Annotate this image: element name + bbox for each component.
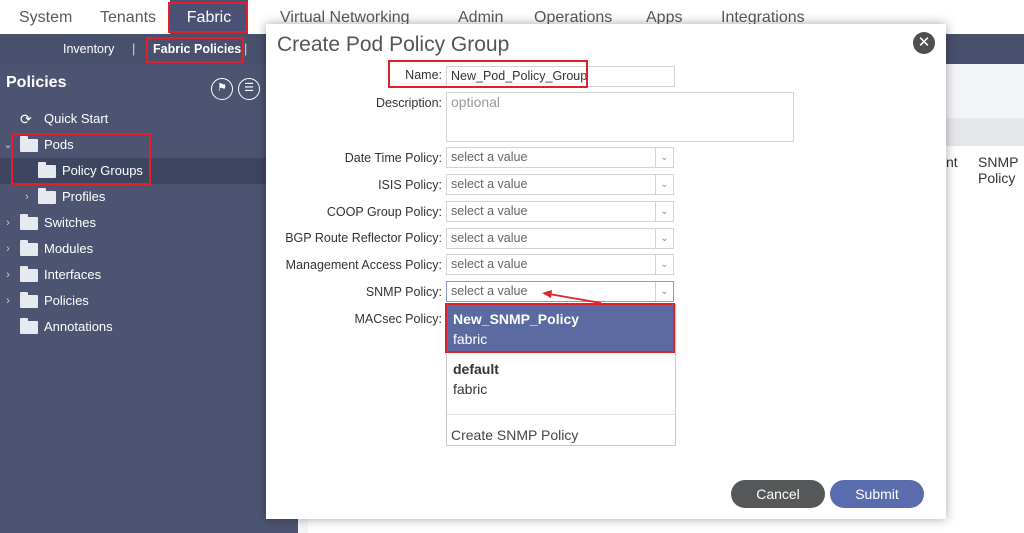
- subnav-separator: |: [244, 41, 248, 56]
- sidebar-item-interfaces[interactable]: › Interfaces: [0, 262, 268, 288]
- fabric-tab-highlight: [168, 2, 248, 33]
- folder-icon: [20, 318, 38, 334]
- chevron-right-icon[interactable]: ›: [22, 184, 32, 210]
- tab-system[interactable]: System: [19, 0, 72, 34]
- folder-icon: [20, 214, 38, 230]
- pods-policy-groups-highlight: [11, 133, 151, 185]
- sidebar-item-label: Quick Start: [44, 111, 109, 126]
- folder-icon: [20, 292, 38, 308]
- sidebar-item-switches[interactable]: › Switches: [0, 210, 268, 236]
- subnav-separator: |: [132, 41, 136, 56]
- sidebar-item-label: Annotations: [44, 319, 113, 334]
- sidebar-item-quick-start[interactable]: ⟳ Quick Start: [0, 106, 268, 132]
- create-pod-policy-group-dialog: Create Pod Policy Group ✕ Name: New_Pod_…: [266, 24, 946, 519]
- column-header-snmp-policy: SNMP Policy: [978, 154, 1019, 186]
- chevron-right-icon[interactable]: ›: [3, 288, 13, 314]
- sidebar-item-label: Policies: [44, 293, 89, 308]
- sidebar-item-label: Interfaces: [44, 267, 102, 282]
- column-header-partial: nt: [946, 154, 958, 170]
- chevron-right-icon[interactable]: ›: [3, 236, 13, 262]
- fabric-policies-highlight: [146, 37, 244, 63]
- filter-icon[interactable]: ☰: [238, 78, 260, 100]
- submit-button[interactable]: Submit: [830, 480, 924, 508]
- chevron-right-icon[interactable]: ›: [3, 210, 13, 236]
- flag-icon[interactable]: ⚑: [211, 78, 233, 100]
- cancel-button[interactable]: Cancel: [731, 480, 825, 508]
- folder-icon: [38, 188, 56, 204]
- sidebar-item-modules[interactable]: › Modules: [0, 236, 268, 262]
- sidebar-item-annotations[interactable]: Annotations: [0, 314, 268, 340]
- quick-start-icon: ⟳: [20, 111, 32, 127]
- subnav-inventory[interactable]: Inventory: [63, 34, 114, 64]
- sidebar-item-policies[interactable]: › Policies: [0, 288, 268, 314]
- sidebar-item-label: Profiles: [62, 189, 106, 204]
- folder-icon: [20, 240, 38, 256]
- sidebar-item-label: Switches: [44, 215, 97, 230]
- annotation-arrow: [542, 290, 602, 304]
- sidebar-item-label: Modules: [44, 241, 94, 256]
- tab-tenants[interactable]: Tenants: [100, 0, 156, 34]
- sidebar-title: Policies: [6, 74, 67, 91]
- sidebar-item-profiles[interactable]: › Profiles: [0, 184, 268, 210]
- chevron-right-icon[interactable]: ›: [3, 262, 13, 288]
- folder-icon: [20, 266, 38, 282]
